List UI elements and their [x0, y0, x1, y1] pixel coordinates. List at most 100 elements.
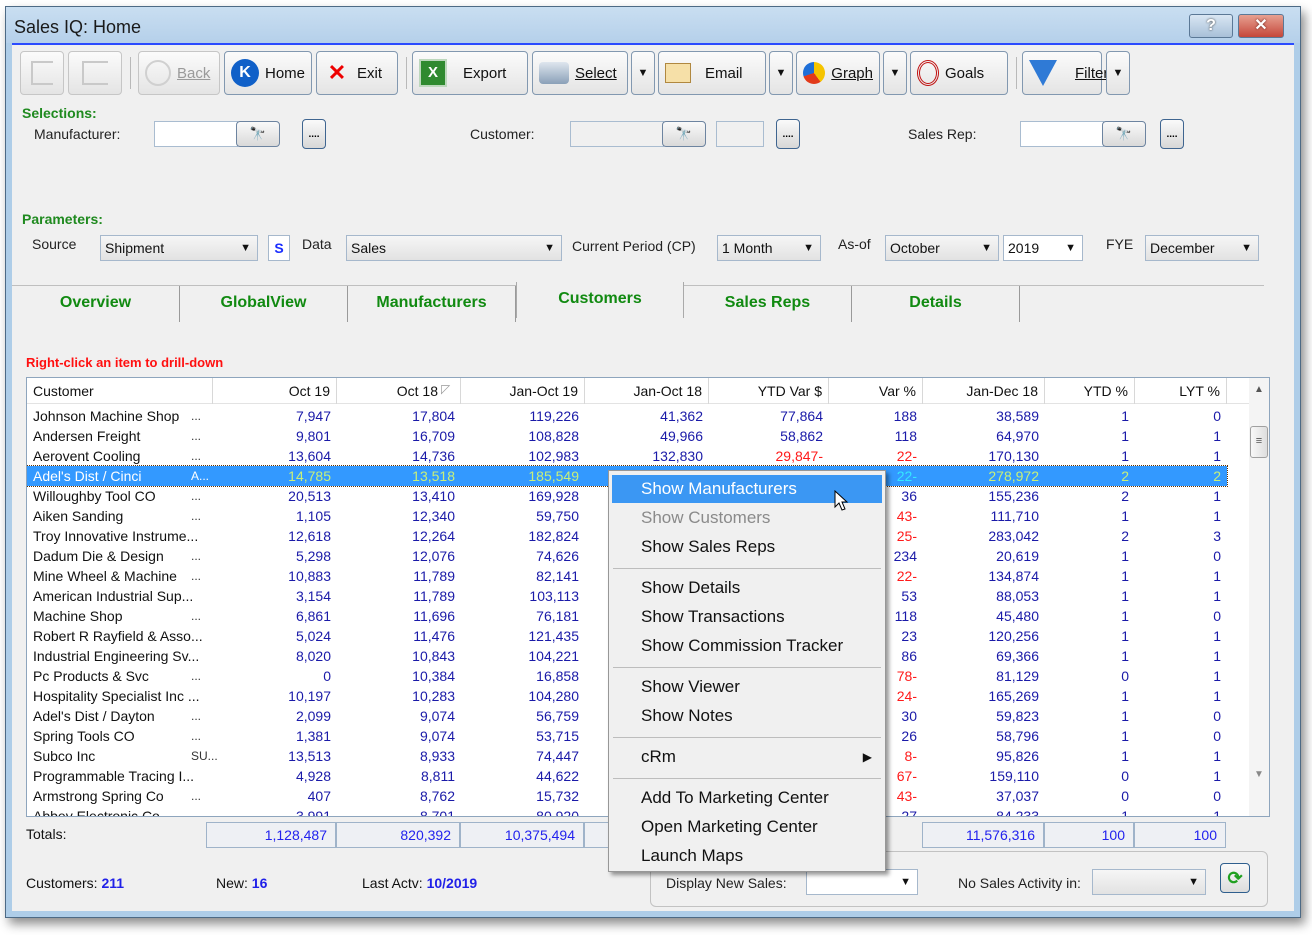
column-header-customer[interactable]: Customer — [27, 378, 213, 404]
table-row[interactable]: Aerovent Cooling... 13,604 14,736 102,983 13… — [27, 446, 1227, 466]
home-button[interactable]: K Home — [224, 51, 312, 95]
data-label: Data — [302, 236, 332, 252]
sales-rep-search-button[interactable]: 🔭 — [1102, 121, 1146, 147]
graph-dropdown-button[interactable]: ▼ — [883, 51, 907, 95]
table-row[interactable]: Johnson Machine Shop... 7,947 17,804 119,22… — [27, 406, 1227, 426]
help-button[interactable]: ? — [1189, 14, 1233, 38]
lyt-pct-value: 0 — [1213, 608, 1221, 624]
last-activity: Last Actv: 10/2019 — [362, 875, 477, 891]
as-of-month-value: October — [890, 240, 940, 256]
customer-input[interactable] — [570, 121, 664, 147]
lyt-pct-value: 3 — [1213, 528, 1221, 544]
customer-more-button[interactable]: .... — [776, 119, 800, 149]
sales-rep-more-button[interactable]: .... — [1160, 119, 1184, 149]
menu-item-show-notes[interactable]: Show Notes — [612, 702, 882, 730]
menu-item-open-marketing-center[interactable]: Open Marketing Center — [612, 813, 882, 841]
source-select[interactable]: Shipment ▼ — [100, 235, 258, 261]
customer-name: Armstrong Spring Co — [33, 788, 164, 804]
scrollbar-thumb[interactable]: ≡ — [1250, 426, 1268, 458]
scroll-down-icon[interactable]: ▼ — [1254, 769, 1264, 780]
menu-item-launch-maps[interactable]: Launch Maps — [612, 842, 882, 870]
manufacturer-search-button[interactable]: 🔭 — [236, 121, 280, 147]
goals-button[interactable]: Goals — [910, 51, 1008, 95]
customer-search-button[interactable]: 🔭 — [662, 121, 706, 147]
expand-button[interactable] — [68, 51, 122, 95]
jan-oct19-value: 80,920 — [536, 808, 579, 817]
lyt-pct-value: 1 — [1213, 808, 1221, 817]
column-header-jan-dec18[interactable]: Jan-Dec 18 — [923, 378, 1045, 404]
display-new-sales-select[interactable]: ▼ — [806, 869, 918, 895]
menu-separator — [613, 667, 881, 668]
email-button[interactable]: Email — [658, 51, 766, 95]
jan-oct19-value: 15,732 — [536, 788, 579, 804]
menu-item-add-to-marketing-center[interactable]: Add To Marketing Center — [612, 784, 882, 812]
jan-oct19-value: 119,226 — [529, 408, 579, 424]
customer-name: Adel's Dist / Dayton — [33, 708, 155, 724]
manufacturer-input[interactable] — [154, 121, 238, 147]
vertical-scrollbar[interactable]: ▲ ≡ ▼ — [1249, 378, 1269, 816]
parameters-heading: Parameters: — [22, 211, 103, 227]
export-button[interactable]: X Export — [412, 51, 528, 95]
menu-item-show-transactions[interactable]: Show Transactions — [612, 603, 882, 631]
graph-button[interactable]: Graph — [796, 51, 880, 95]
column-header-jan-oct19[interactable]: Jan-Oct 19 — [461, 378, 585, 404]
exit-button[interactable]: ✕ Exit — [316, 51, 398, 95]
source-s-button[interactable]: S — [268, 235, 290, 261]
tab-globalview[interactable]: GlobalView — [180, 286, 348, 322]
oct19-value: 12,618 — [288, 528, 331, 544]
column-header-var-pct[interactable]: Var % — [829, 378, 923, 404]
tab-manufacturers[interactable]: Manufacturers — [348, 286, 516, 322]
scroll-up-icon[interactable]: ▲ — [1254, 384, 1264, 395]
menu-item-crm[interactable]: cRm ▶ — [612, 743, 882, 771]
column-header-jan-oct18[interactable]: Jan-Oct 18 — [585, 378, 709, 404]
menu-item-show-viewer[interactable]: Show Viewer — [612, 673, 882, 701]
menu-item-show-sales-reps[interactable]: Show Sales Reps — [612, 533, 882, 561]
oct19-value: 3,154 — [295, 588, 331, 604]
binoculars-icon: 🔭 — [249, 126, 267, 141]
tab-sales-reps[interactable]: Sales Reps — [684, 286, 852, 322]
oct19-value: 7,947 — [295, 408, 331, 424]
exit-icon: ✕ — [327, 60, 347, 85]
select-button[interactable]: Select — [532, 51, 628, 95]
jan-dec18-value: 283,042 — [988, 528, 1039, 544]
menu-item-show-details[interactable]: Show Details — [612, 574, 882, 602]
tab-overview[interactable]: Overview — [12, 286, 180, 322]
column-header-ytd-pct[interactable]: YTD % — [1045, 378, 1135, 404]
column-header-lyt-pct[interactable]: LYT % — [1135, 378, 1227, 404]
no-sales-activity-select[interactable]: ▼ — [1092, 869, 1206, 895]
menu-item-show-commission-tracker[interactable]: Show Commission Tracker — [612, 632, 882, 660]
table-row[interactable]: Andersen Freight... 9,801 16,709 108,828 49,… — [27, 426, 1227, 446]
tab-customers[interactable]: Customers — [516, 282, 684, 318]
customer-name: Spring Tools CO — [33, 728, 135, 744]
jan-oct19-value: 82,141 — [536, 568, 579, 584]
customer-name: Johnson Machine Shop — [33, 408, 180, 424]
customers-count: Customers: 211 — [26, 875, 124, 891]
filter-dropdown-button[interactable]: ▼ — [1106, 51, 1130, 95]
filter-button[interactable]: Filter — [1022, 51, 1108, 95]
refresh-button[interactable]: ⟳ — [1220, 863, 1250, 893]
current-period-select[interactable]: 1 Month ▼ — [717, 235, 821, 261]
manufacturer-more-button[interactable]: .... — [302, 119, 326, 149]
chevron-down-icon: ▼ — [1188, 876, 1199, 888]
close-window-button[interactable]: ✕ — [1238, 14, 1284, 38]
tab-details[interactable]: Details — [852, 286, 1020, 322]
as-of-year-select[interactable]: 2019 ▼ — [1003, 235, 1083, 261]
email-dropdown-button[interactable]: ▼ — [769, 51, 793, 95]
menu-item-label: Show Notes — [641, 706, 733, 725]
select-dropdown-button[interactable]: ▼ — [631, 51, 655, 95]
fye-select[interactable]: December ▼ — [1145, 235, 1259, 261]
collapse-button[interactable] — [20, 51, 64, 95]
back-button[interactable]: Back — [138, 51, 220, 95]
column-header-oct19[interactable]: Oct 19 — [213, 378, 337, 404]
oct18-value: 11,696 — [413, 608, 455, 624]
data-select[interactable]: Sales ▼ — [346, 235, 562, 261]
no-sales-activity-label: No Sales Activity in: — [958, 875, 1081, 891]
toolbar-separator — [130, 57, 131, 89]
as-of-month-select[interactable]: October ▼ — [885, 235, 999, 261]
sales-rep-input[interactable] — [1020, 121, 1104, 147]
oct19-value: 1,381 — [295, 728, 331, 744]
customer-code-input[interactable] — [716, 121, 764, 147]
column-header-ytd-var[interactable]: YTD Var $ — [709, 378, 829, 404]
ytd-pct-value: 1 — [1121, 608, 1129, 624]
oct18-value: 12,340 — [412, 508, 455, 524]
